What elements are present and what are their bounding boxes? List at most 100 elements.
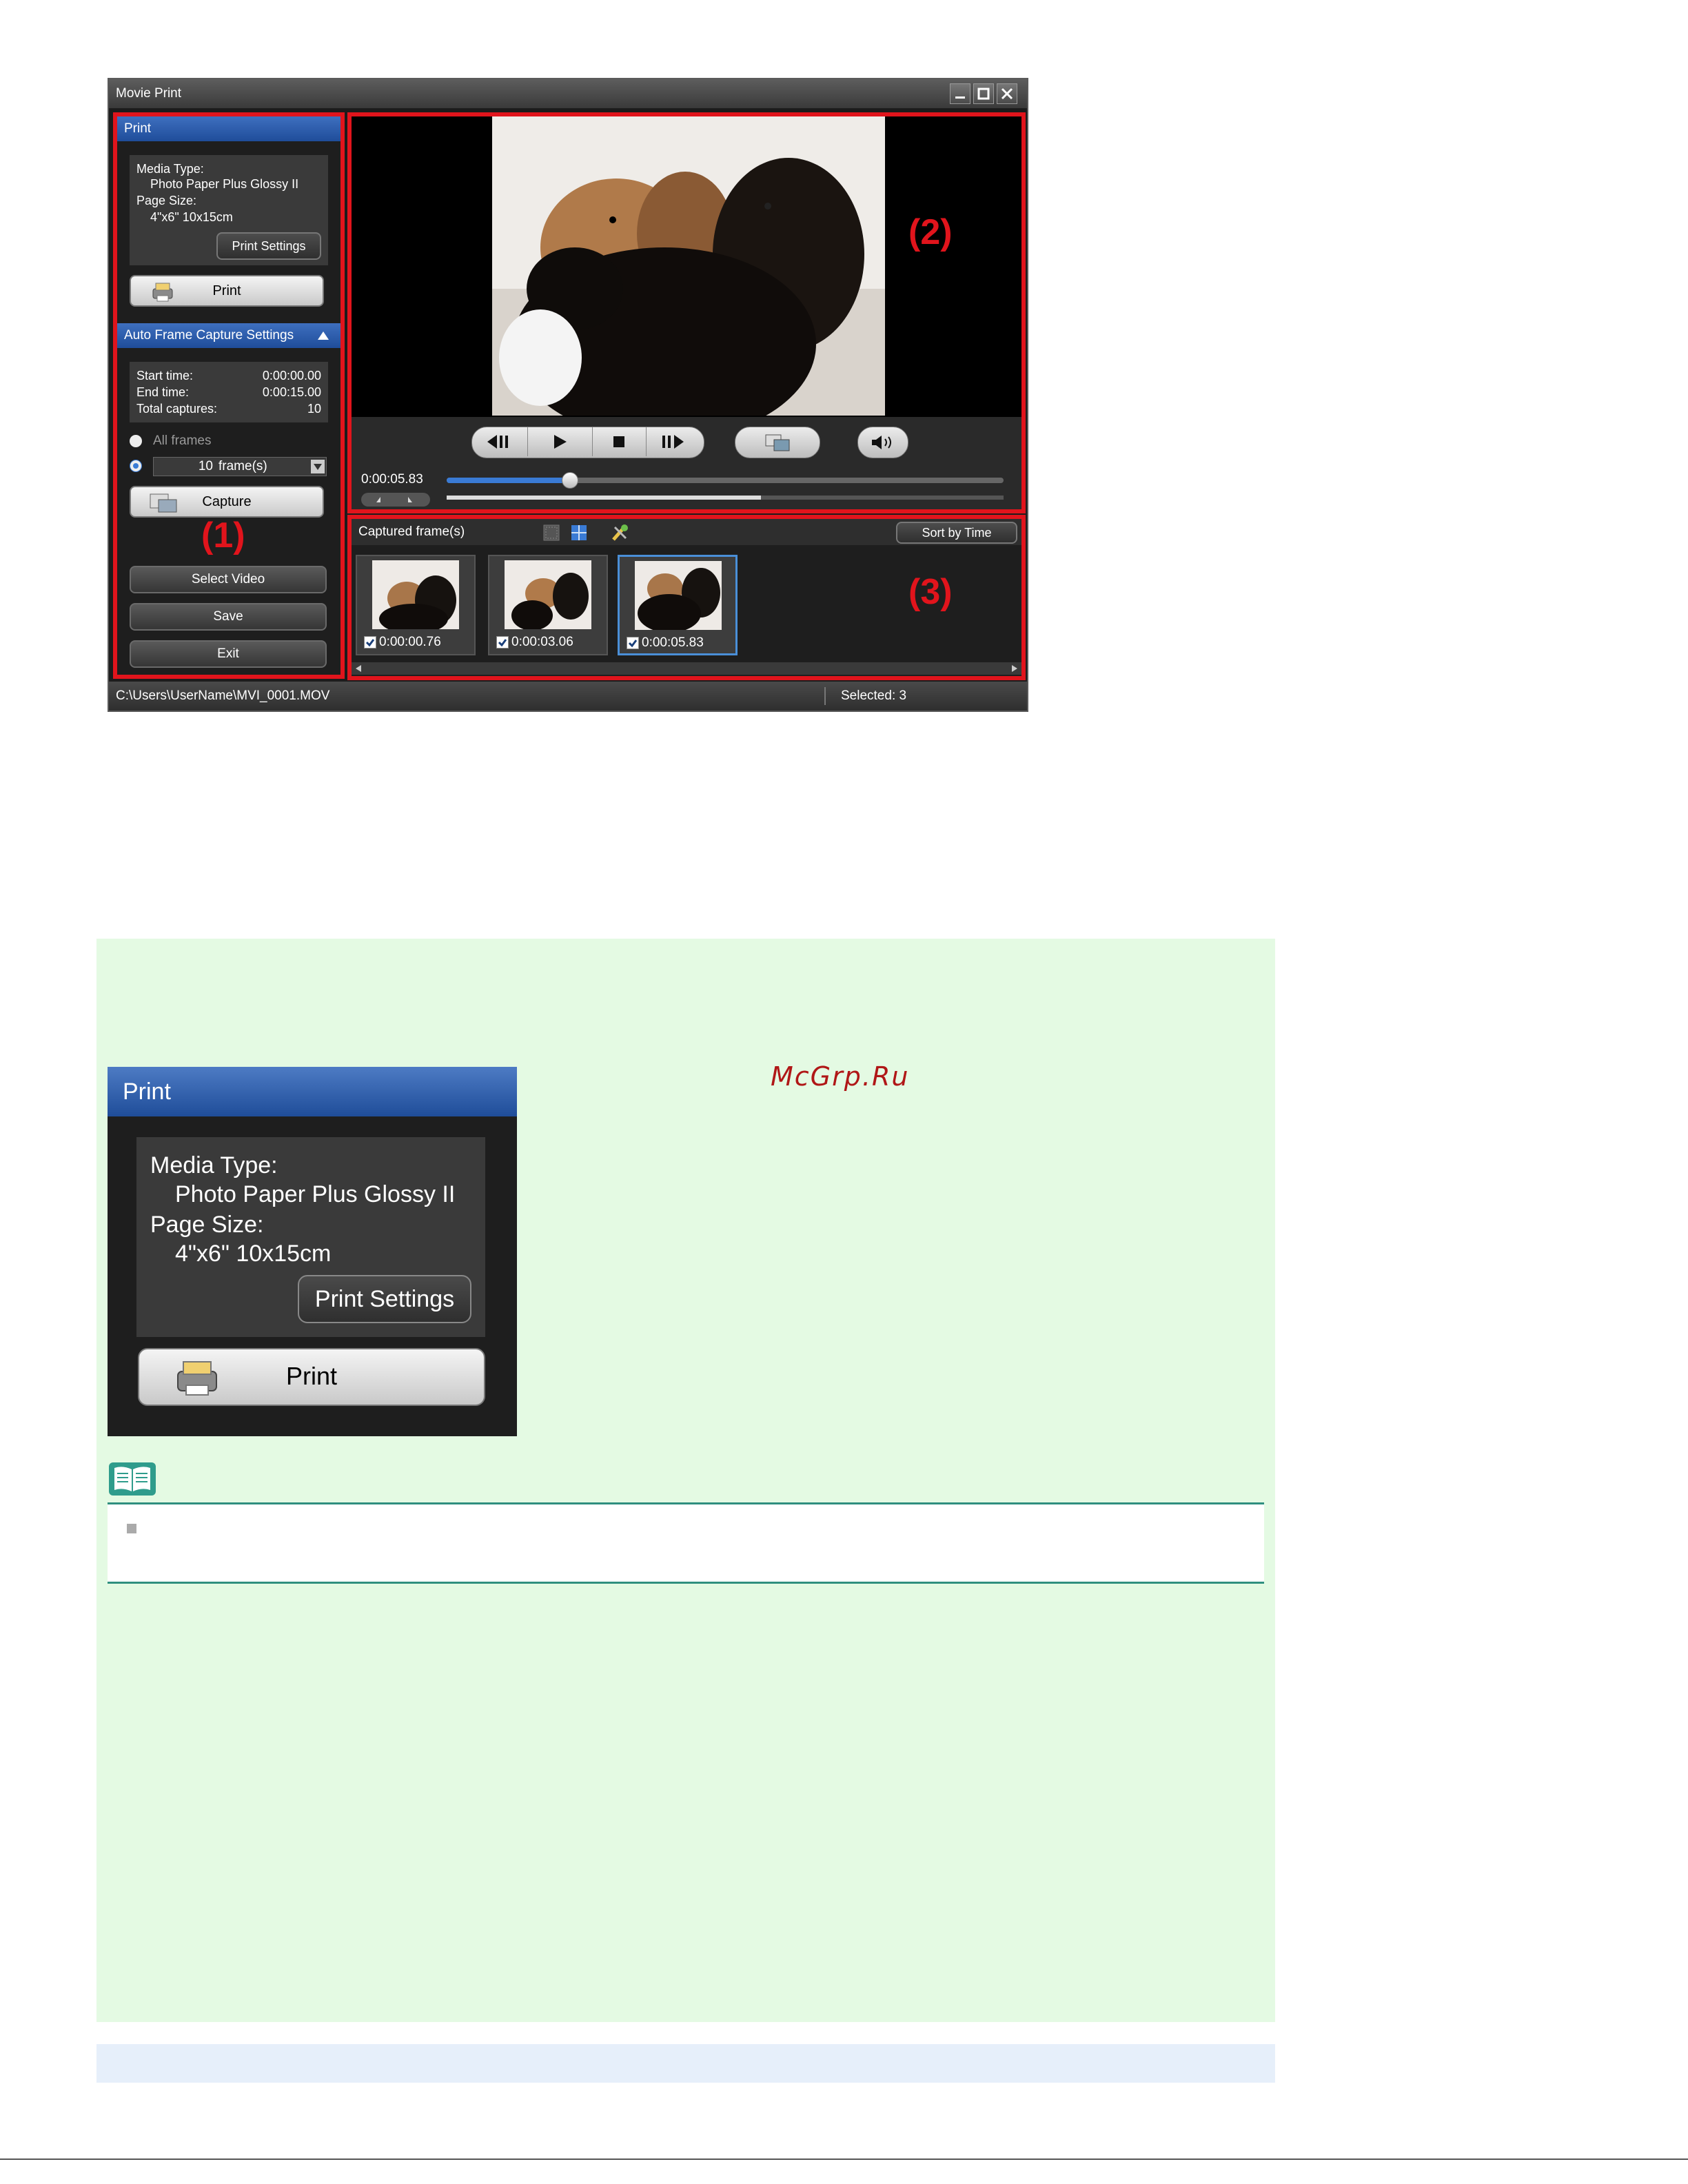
- range-selection: [447, 496, 761, 500]
- frames-unit: frame(s): [218, 459, 267, 473]
- frame-timestamp-row: 0:00:03.06: [496, 635, 573, 650]
- save-button[interactable]: Save: [130, 603, 327, 631]
- range-bar[interactable]: [447, 496, 1004, 500]
- scroll-right-icon[interactable]: [1010, 664, 1019, 673]
- frame-timestamp: 0:00:00.76: [379, 635, 441, 649]
- current-time: 0:00:05.83: [361, 472, 423, 487]
- play-button[interactable]: [527, 427, 591, 456]
- edit-tools-icon[interactable]: [611, 523, 630, 542]
- status-divider: [824, 687, 826, 705]
- prev-frame-icon: [487, 435, 508, 449]
- select-video-button[interactable]: Select Video: [130, 566, 327, 593]
- zoom-print-settings-label: Print Settings: [314, 1286, 455, 1312]
- maximize-icon: [977, 88, 990, 100]
- prev-frame-button[interactable]: [472, 427, 526, 456]
- capture-frame-icon: [765, 434, 790, 451]
- frame-thumbnail: [372, 560, 459, 629]
- frame-checkbox[interactable]: [364, 635, 376, 649]
- view-grid-icon[interactable]: [571, 524, 587, 541]
- close-icon: [1001, 88, 1013, 100]
- print-section-zoom: Print Media Type: Photo Paper Plus Gloss…: [108, 1067, 517, 1436]
- frames-radio[interactable]: [130, 460, 142, 472]
- capture-info-box: Start time: 0:00:00.00 End time: 0:00:15.0…: [130, 362, 328, 422]
- printer-icon: [152, 283, 173, 302]
- zoom-print-settings-button[interactable]: Print Settings: [298, 1275, 471, 1323]
- media-type-value: Photo Paper Plus Glossy II: [150, 177, 299, 191]
- frame-timestamp: 0:00:03.06: [511, 635, 573, 649]
- volume-icon: [872, 436, 891, 449]
- file-path: C:\Users\UserName\MVI_0001.MOV: [116, 688, 330, 703]
- scroll-left-icon[interactable]: [354, 664, 363, 673]
- captured-frame-2[interactable]: 0:00:03.06: [488, 555, 608, 655]
- title-bar: Movie Print: [109, 79, 1027, 108]
- frame-timestamp: 0:00:05.83: [642, 635, 704, 650]
- all-frames-option[interactable]: All frames: [130, 433, 211, 449]
- frames-select[interactable]: 10 frame(s): [153, 457, 327, 476]
- frame-thumbnail: [635, 561, 722, 630]
- print-section-header: Print: [117, 116, 340, 141]
- print-button[interactable]: Print: [130, 275, 324, 307]
- sort-by-time-button[interactable]: Sort by Time: [896, 522, 1017, 544]
- left-panel: Print Media Type: Photo Paper Plus Gloss…: [113, 112, 345, 679]
- exit-label: Exit: [217, 646, 239, 661]
- all-frames-label: All frames: [153, 433, 212, 448]
- video-preview: [492, 116, 885, 416]
- footer-bar: [96, 2044, 1275, 2083]
- captured-frame-3[interactable]: 0:00:05.83: [618, 555, 738, 655]
- zoom-media-type-label: Media Type:: [150, 1152, 278, 1178]
- frame-thumbnail: [505, 560, 591, 629]
- captured-frame-1[interactable]: 0:00:00.76: [356, 555, 476, 655]
- zoom-page-size-value: 4"x6" 10x15cm: [175, 1241, 332, 1267]
- movie-print-window: Movie Print Print Media Type: Photo Pape…: [108, 78, 1028, 712]
- capture-button[interactable]: Capture: [130, 486, 324, 518]
- view-small-icon[interactable]: [543, 524, 560, 541]
- seek-handle[interactable]: [561, 472, 578, 489]
- region-label-3: (3): [908, 572, 953, 612]
- frame-checkbox[interactable]: [496, 635, 509, 649]
- note-bullet-icon: [127, 1524, 136, 1533]
- status-bar: C:\Users\UserName\MVI_0001.MOV Selected:…: [109, 682, 1027, 711]
- media-type-label: Media Type:: [136, 162, 204, 176]
- range-marker-buttons[interactable]: [361, 493, 430, 507]
- maximize-button[interactable]: [973, 83, 994, 104]
- print-settings-button[interactable]: Print Settings: [216, 232, 321, 260]
- volume-button[interactable]: [857, 427, 908, 458]
- select-video-label: Select Video: [191, 572, 265, 586]
- collapse-icon: [318, 331, 329, 340]
- frame-checkbox[interactable]: [627, 636, 639, 649]
- captured-toolbar: Captured frame(s) Sort by Time: [352, 519, 1021, 545]
- capture-button-label: Capture: [202, 494, 252, 509]
- close-button[interactable]: [997, 83, 1017, 104]
- seek-progress: [447, 478, 569, 483]
- zoom-printer-icon: [177, 1361, 217, 1396]
- next-frame-button[interactable]: [646, 427, 704, 456]
- dropdown-icon[interactable]: [311, 460, 325, 473]
- frame-timestamp-row: 0:00:00.76: [364, 635, 441, 650]
- seek-bar[interactable]: [447, 472, 1004, 489]
- exit-button[interactable]: Exit: [130, 640, 327, 668]
- print-button-label: Print: [212, 283, 241, 298]
- stop-icon: [613, 436, 624, 447]
- capture-frame-button[interactable]: [735, 427, 820, 458]
- frames-scrollbar[interactable]: [352, 662, 1021, 675]
- capture-section-header[interactable]: Auto Frame Capture Settings: [117, 323, 340, 348]
- capture-icon: [150, 493, 177, 513]
- dogs-photo: [492, 116, 885, 416]
- next-frame-icon: [662, 435, 684, 449]
- frames-value: 10: [198, 459, 213, 473]
- page-size-value: 4"x6" 10x15cm: [150, 210, 233, 224]
- stop-button[interactable]: [592, 427, 645, 456]
- play-icon: [554, 435, 567, 449]
- selected-count: Selected: 3: [841, 688, 907, 703]
- playback-controls: 0:00:05.83: [352, 417, 1021, 509]
- transport-group: [471, 427, 704, 458]
- zoom-page-size-label: Page Size:: [150, 1212, 264, 1238]
- preview-panel: (2) 0:00:05.83: [347, 112, 1026, 513]
- all-frames-radio[interactable]: [130, 434, 142, 447]
- end-time-label: End time:: [136, 385, 190, 399]
- save-label: Save: [213, 609, 243, 624]
- captured-frames-header: Captured frame(s): [358, 524, 465, 539]
- minimize-button[interactable]: [950, 83, 970, 104]
- zoom-print-button[interactable]: Print: [138, 1348, 485, 1406]
- frames-option[interactable]: 10 frame(s): [130, 457, 329, 476]
